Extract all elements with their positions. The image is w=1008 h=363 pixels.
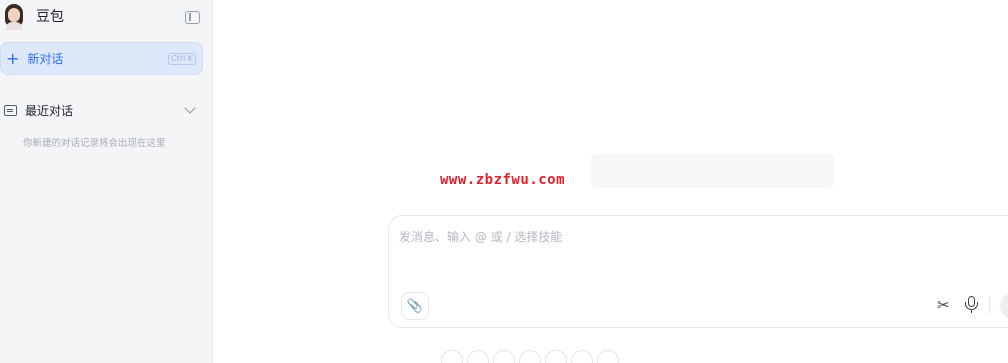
faint-placeholder-card (591, 154, 834, 188)
skill-chip[interactable] (467, 350, 489, 363)
chevron-down-icon[interactable] (184, 102, 196, 114)
empty-history-hint: 你新建的对话记录将会出现在这里 (23, 138, 166, 149)
skill-chips (441, 350, 619, 363)
sidebar-collapse-icon[interactable] (185, 11, 200, 24)
plus-icon: + (6, 48, 20, 68)
watermark-text: www.zbzfwu.com (440, 172, 566, 188)
microphone-icon[interactable] (965, 296, 978, 314)
skill-chip[interactable] (597, 350, 619, 363)
shortcut-badge: Ctrl K (167, 53, 196, 65)
skill-chip[interactable] (519, 350, 541, 363)
brand-name: 豆包 (36, 9, 64, 25)
divider (989, 296, 990, 314)
avatar (4, 2, 24, 30)
brand[interactable]: 豆包 (4, 2, 64, 30)
skill-chip[interactable] (441, 350, 463, 363)
recent-chats-header[interactable]: 最近对话 (4, 100, 200, 120)
new-chat-button[interactable]: + 新对话 Ctrl K (0, 42, 203, 75)
skill-chip[interactable] (571, 350, 593, 363)
skill-chip[interactable] (493, 350, 515, 363)
scissors-icon[interactable]: ✂ (937, 296, 950, 314)
paperclip-icon[interactable]: 📎 (401, 292, 429, 320)
skill-chip[interactable] (545, 350, 567, 363)
send-button[interactable] (1000, 293, 1008, 319)
message-input[interactable] (399, 228, 959, 268)
chat-bubble-icon (4, 104, 17, 116)
sidebar: 豆包 + 新对话 Ctrl K 最近对话 你新建的对话记录将会出现在这里 (0, 0, 213, 363)
new-chat-label: 新对话 (27, 52, 64, 66)
recent-chats-label: 最近对话 (25, 103, 74, 118)
message-composer: 📎 ✂ (388, 215, 1008, 328)
